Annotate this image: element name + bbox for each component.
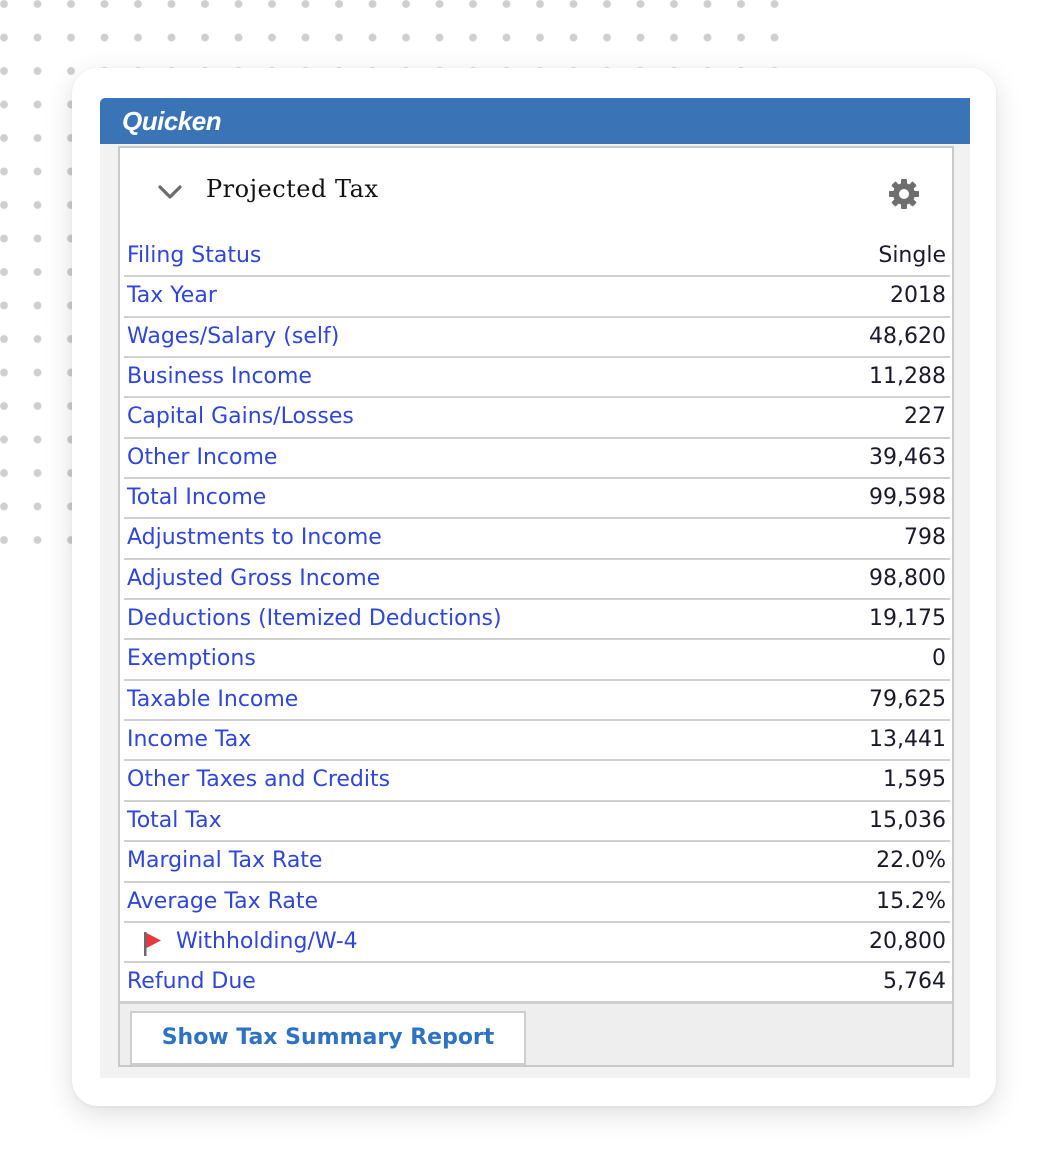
- chevron-down-icon[interactable]: [158, 184, 182, 200]
- row-deductions: Deductions (Itemized Deductions) 19,175: [124, 600, 950, 641]
- row-other-taxes-credits: Other Taxes and Credits 1,595: [124, 761, 950, 802]
- row-value: 98,800: [869, 565, 946, 591]
- row-label[interactable]: Exemptions: [127, 640, 256, 678]
- row-business-income: Business Income 11,288: [124, 358, 950, 399]
- row-label[interactable]: Adjusted Gross Income: [127, 560, 380, 598]
- row-income-tax: Income Tax 13,441: [124, 721, 950, 762]
- row-label[interactable]: Other Taxes and Credits: [127, 761, 390, 799]
- row-value: 79,625: [869, 686, 946, 712]
- row-tax-year: Tax Year 2018: [124, 277, 950, 318]
- row-adjustments-to-income: Adjustments to Income 798: [124, 519, 950, 560]
- row-capital-gains: Capital Gains/Losses 227: [124, 398, 950, 439]
- quicken-window: Quicken Projected Tax Filing Status Sing…: [100, 98, 970, 1078]
- gear-icon[interactable]: [887, 177, 921, 211]
- row-value: 2018: [890, 283, 946, 309]
- row-adjusted-gross-income: Adjusted Gross Income 98,800: [124, 560, 950, 601]
- row-value: 99,598: [869, 485, 946, 511]
- row-label[interactable]: Total Tax: [127, 802, 222, 840]
- row-label[interactable]: Capital Gains/Losses: [127, 398, 354, 436]
- row-value: 15,036: [869, 807, 946, 833]
- row-label[interactable]: Adjustments to Income: [127, 519, 382, 557]
- app-title-bar: Quicken: [100, 98, 970, 144]
- row-value: 20,800: [869, 928, 946, 954]
- app-title: Quicken: [122, 106, 222, 136]
- row-value: 1,595: [883, 767, 946, 793]
- row-label[interactable]: Withholding/W-4: [176, 923, 358, 961]
- row-exemptions: Exemptions 0: [124, 640, 950, 681]
- row-label[interactable]: Marginal Tax Rate: [127, 842, 322, 880]
- row-value: 48,620: [869, 323, 946, 349]
- row-filing-status: Filing Status Single: [124, 237, 950, 278]
- row-value: 0: [932, 646, 946, 672]
- row-value: 39,463: [869, 444, 946, 470]
- show-tax-summary-report-button[interactable]: Show Tax Summary Report: [130, 1011, 526, 1065]
- row-value: 15.2%: [876, 888, 946, 914]
- row-average-tax-rate: Average Tax Rate 15.2%: [124, 883, 950, 923]
- row-other-income: Other Income 39,463: [124, 439, 950, 480]
- row-label[interactable]: Filing Status: [127, 237, 261, 275]
- row-marginal-tax-rate: Marginal Tax Rate 22.0%: [124, 842, 950, 883]
- row-value: 19,175: [869, 606, 946, 632]
- row-wages-salary: Wages/Salary (self) 48,620: [124, 318, 950, 359]
- row-label[interactable]: Income Tax: [127, 721, 251, 759]
- tax-rows-list: Filing Status Single Tax Year 2018 Wages…: [124, 237, 950, 1004]
- panel-footer: Show Tax Summary Report: [120, 1001, 952, 1065]
- row-label[interactable]: Taxable Income: [127, 681, 298, 719]
- row-refund-due: Refund Due 5,764: [124, 963, 950, 1003]
- red-flag-icon: [142, 931, 164, 957]
- row-total-income: Total Income 99,598: [124, 479, 950, 520]
- row-value: 13,441: [869, 727, 946, 753]
- row-taxable-income: Taxable Income 79,625: [124, 681, 950, 722]
- row-label[interactable]: Refund Due: [127, 963, 256, 1001]
- panel-title: Projected Tax: [206, 175, 379, 203]
- row-label[interactable]: Business Income: [127, 358, 312, 396]
- row-value: 22.0%: [876, 848, 946, 874]
- row-label[interactable]: Wages/Salary (self): [127, 318, 339, 356]
- projected-tax-panel: Projected Tax Filing Status Single Tax Y…: [118, 146, 954, 1067]
- row-value: Single: [878, 243, 946, 268]
- row-label[interactable]: Total Income: [127, 479, 266, 517]
- row-value: 798: [904, 525, 946, 551]
- row-total-tax: Total Tax 15,036: [124, 802, 950, 843]
- row-label[interactable]: Tax Year: [127, 277, 217, 315]
- row-label[interactable]: Deductions (Itemized Deductions): [127, 600, 502, 638]
- row-label[interactable]: Other Income: [127, 439, 277, 477]
- row-value: 5,764: [883, 969, 946, 995]
- row-value: 227: [904, 404, 946, 430]
- row-withholding-w4: Withholding/W-4 20,800: [124, 923, 950, 964]
- panel-header: Projected Tax: [120, 148, 952, 237]
- row-value: 11,288: [869, 364, 946, 390]
- row-label[interactable]: Average Tax Rate: [127, 883, 318, 921]
